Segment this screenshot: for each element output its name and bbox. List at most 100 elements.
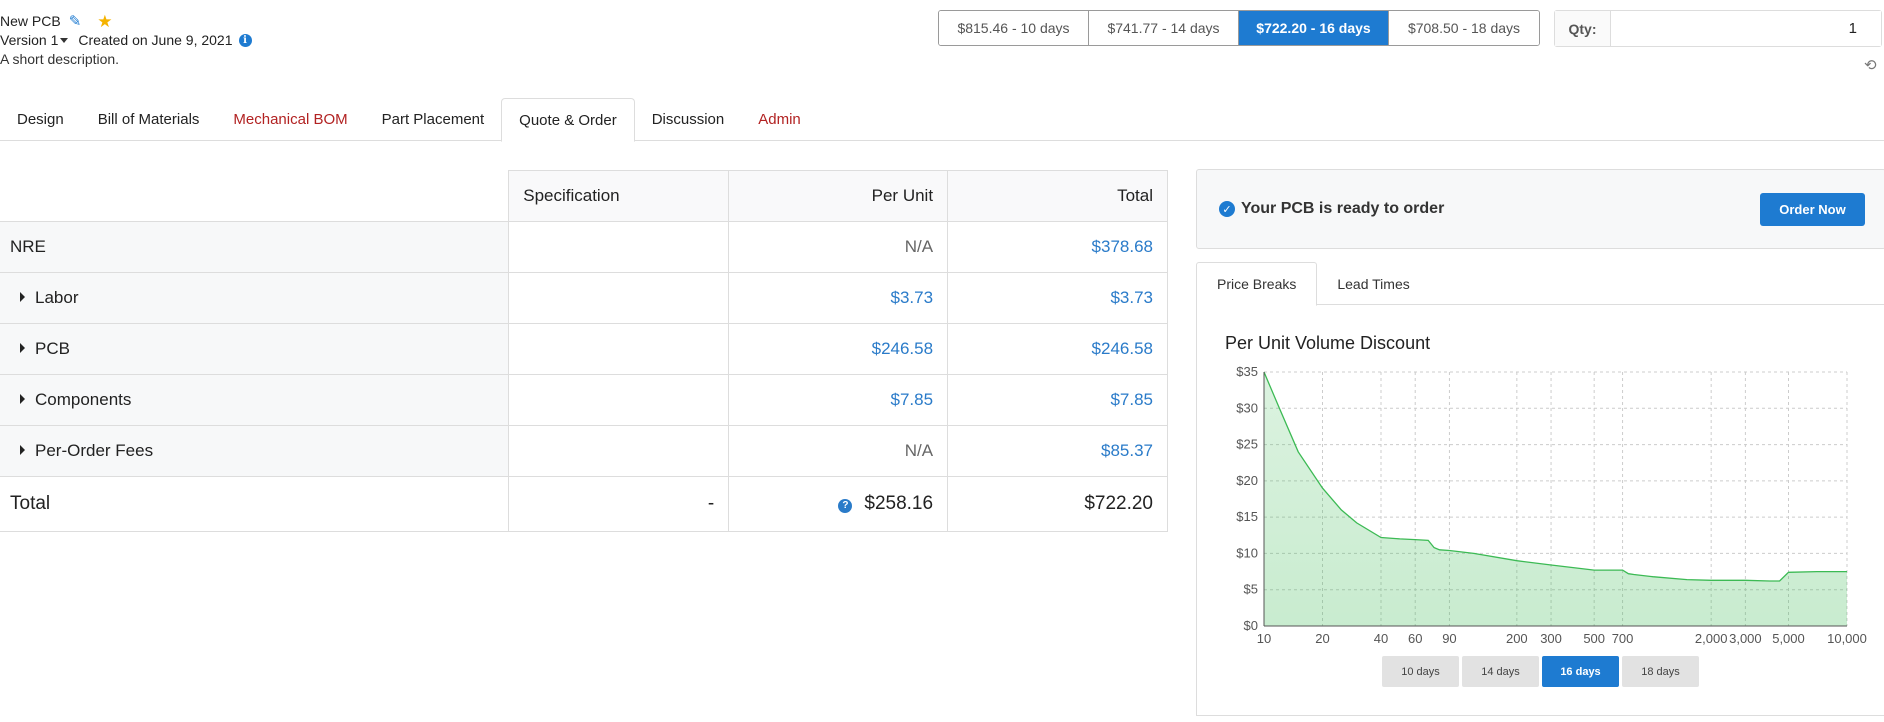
row-spec [508, 374, 730, 426]
row-per-unit: N/A [728, 221, 949, 273]
y-tick-label: $35 [1236, 364, 1258, 379]
chevron-down-icon [60, 38, 69, 43]
lead-time-price-selector: $815.46 - 10 days $741.77 - 14 days $722… [938, 10, 1540, 46]
tab-discussion[interactable]: Discussion [635, 98, 742, 141]
qty-label: Qty: [1555, 11, 1611, 46]
tab-lead-times[interactable]: Lead Times [1317, 262, 1429, 305]
y-tick-label: $10 [1236, 545, 1258, 560]
row-label[interactable]: Components [0, 374, 510, 426]
x-tick-label: 300 [1540, 631, 1562, 646]
table-row-nre: NRE N/A $378.68 [0, 221, 1168, 273]
lead-time-button-16-days[interactable]: $722.20 - 16 days [1239, 11, 1389, 45]
row-label-text: Components [35, 390, 132, 409]
order-now-button[interactable]: Order Now [1760, 193, 1865, 226]
x-tick-label: 10 [1257, 631, 1271, 646]
chart-lead-button-16-days[interactable]: 16 days [1542, 656, 1619, 687]
x-tick-label: 200 [1506, 631, 1528, 646]
row-per-unit: N/A [728, 425, 949, 477]
chart-lead-button-14-days[interactable]: 14 days [1462, 656, 1539, 687]
x-tick-label: 40 [1374, 631, 1388, 646]
tab-quote-order[interactable]: Quote & Order [501, 98, 635, 142]
row-per-unit[interactable]: $3.73 [728, 272, 949, 324]
row-spec [508, 425, 730, 477]
panel-tabs: Price Breaks Lead Times [1196, 262, 1884, 306]
x-tick-label: 5,000 [1772, 631, 1805, 646]
row-total[interactable]: $7.85 [947, 374, 1168, 426]
tab-price-breaks[interactable]: Price Breaks [1196, 262, 1318, 306]
row-total[interactable]: $246.58 [947, 323, 1168, 375]
x-tick-label: 10,000 [1827, 631, 1867, 646]
edit-icon[interactable]: ✎ [69, 12, 82, 31]
x-tick-label: 2,000 [1695, 631, 1728, 646]
row-label[interactable]: Per-Order Fees [0, 425, 510, 477]
tab-admin[interactable]: Admin [741, 98, 818, 141]
row-label-text: Labor [35, 288, 79, 307]
row-label[interactable]: PCB [0, 323, 510, 375]
tab-design[interactable]: Design [0, 98, 81, 141]
total-label: Total [0, 476, 510, 532]
table-row-labor[interactable]: Labor $3.73 $3.73 [0, 272, 1168, 324]
header-per-unit: Per Unit [728, 170, 949, 222]
x-tick-label: 3,000 [1729, 631, 1762, 646]
caret-right-icon[interactable] [20, 445, 25, 455]
lead-time-button-14-days[interactable]: $741.77 - 14 days [1089, 11, 1239, 45]
lead-time-button-10-days[interactable]: $815.46 - 10 days [939, 11, 1089, 45]
y-tick-label: $25 [1236, 437, 1258, 452]
total-per-unit-value: $258.16 [864, 493, 934, 514]
tab-bill-of-materials[interactable]: Bill of Materials [81, 98, 217, 141]
x-tick-label: 500 [1583, 631, 1605, 646]
row-total[interactable]: $85.37 [947, 425, 1168, 477]
total-spec: - [508, 476, 730, 532]
x-tick-label: 20 [1315, 631, 1329, 646]
cost-table: Specification Per Unit Total NRE N/A $37… [0, 170, 1168, 532]
help-icon[interactable]: ? [838, 498, 853, 513]
header-specification: Specification [508, 170, 730, 222]
main-tabs: Design Bill of Materials Mechanical BOM … [0, 98, 1884, 142]
y-tick-label: $15 [1236, 509, 1258, 524]
row-label-text: PCB [35, 339, 70, 358]
row-total[interactable]: $3.73 [947, 272, 1168, 324]
y-tick-label: $5 [1244, 582, 1258, 597]
version-number: 1 [50, 32, 59, 48]
row-label: NRE [0, 221, 510, 273]
caret-right-icon[interactable] [20, 394, 25, 404]
pcb-description: A short description. [0, 51, 120, 67]
row-per-unit[interactable]: $7.85 [728, 374, 949, 426]
chart-lead-button-10-days[interactable]: 10 days [1382, 656, 1459, 687]
table-row-components[interactable]: Components $7.85 $7.85 [0, 374, 1168, 426]
row-per-unit[interactable]: $246.58 [728, 323, 949, 375]
volume-discount-chart: $0$5$10$15$20$25$30$3510 20 40 60 90 200 300 50… [1236, 364, 1867, 646]
y-tick-label: $20 [1236, 473, 1258, 488]
x-tick-label: 60 [1408, 631, 1422, 646]
total-total: $722.20 [947, 476, 1168, 532]
header-total: Total [947, 170, 1168, 222]
qty-group: Qty: [1554, 10, 1882, 47]
info-icon[interactable]: i [238, 34, 252, 47]
caret-right-icon[interactable] [20, 343, 25, 353]
star-icon[interactable]: ★ [97, 12, 112, 31]
version-selector[interactable]: Version 1 [0, 31, 72, 50]
ready-to-order-panel: ✓ Your PCB is ready to order Order Now [1196, 169, 1884, 249]
table-header-row: Specification Per Unit Total [0, 170, 1168, 222]
x-tick-label: 90 [1442, 631, 1456, 646]
created-date: Created on June 9, 2021 [78, 32, 233, 48]
y-tick-label: $30 [1236, 400, 1258, 415]
chart-title: Per Unit Volume Discount [1225, 333, 1431, 353]
series-area [1264, 372, 1847, 626]
row-label-text: NRE [10, 237, 46, 256]
tab-part-placement[interactable]: Part Placement [365, 98, 502, 141]
table-row-per-order-fees[interactable]: Per-Order Fees N/A $85.37 [0, 425, 1168, 477]
row-label-text: Per-Order Fees [35, 441, 154, 460]
caret-right-icon[interactable] [20, 292, 25, 302]
table-row-total: Total - ? $258.16 $722.20 [0, 476, 1168, 532]
table-row-pcb[interactable]: PCB $246.58 $246.58 [0, 323, 1168, 375]
row-label[interactable]: Labor [0, 272, 510, 324]
history-icon[interactable]: ⟲ [1864, 56, 1877, 74]
lead-time-button-18-days[interactable]: $708.50 - 18 days [1389, 11, 1539, 45]
chart-lead-button-18-days[interactable]: 18 days [1622, 656, 1699, 687]
header-blank [0, 170, 510, 222]
total-per-unit: ? $258.16 [728, 476, 949, 532]
row-total[interactable]: $378.68 [947, 221, 1168, 273]
tab-mechanical-bom[interactable]: Mechanical BOM [216, 98, 364, 141]
qty-input[interactable] [1611, 11, 1881, 46]
